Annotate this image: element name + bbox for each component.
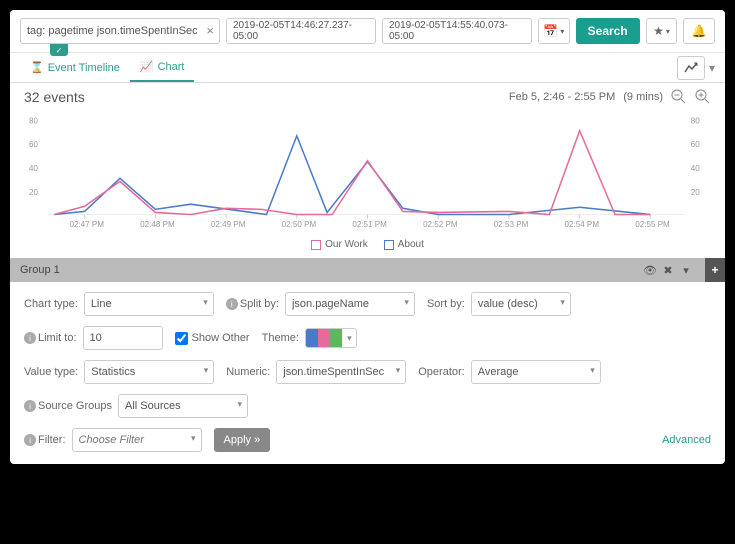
svg-text:02:48 PM: 02:48 PM — [140, 220, 175, 229]
apply-button[interactable]: Apply » — [214, 428, 271, 452]
zoom-in-icon[interactable] — [695, 89, 711, 105]
tab-event-timeline[interactable]: ⌛ Event Timeline — [20, 54, 130, 81]
svg-text:20: 20 — [691, 188, 700, 197]
source-groups-label: iSource Groups — [24, 400, 112, 413]
filter-input[interactable] — [72, 428, 202, 452]
operator-label: Operator: — [418, 366, 464, 378]
svg-text:02:55 PM: 02:55 PM — [635, 220, 670, 229]
chart-icon: 📈 — [140, 60, 154, 73]
time-to-input[interactable]: 2019-02-05T14:55:40.073-05:00 — [382, 18, 532, 44]
sort-by-select[interactable]: value (desc) — [471, 292, 571, 316]
zoom-out-icon[interactable] — [671, 89, 687, 105]
numeric-label: Numeric: — [226, 366, 270, 378]
info-icon[interactable]: i — [24, 434, 36, 446]
remove-group-icon[interactable]: ✖ — [659, 264, 677, 277]
notifications-button[interactable]: 🔔 — [683, 18, 715, 44]
svg-text:02:52 PM: 02:52 PM — [423, 220, 458, 229]
info-icon[interactable]: i — [24, 400, 36, 412]
advanced-link[interactable]: Advanced — [662, 434, 711, 446]
svg-text:40: 40 — [29, 164, 38, 173]
source-groups-select[interactable]: All Sources — [118, 394, 248, 418]
chart-view-caret-icon[interactable]: ▾ — [709, 61, 715, 75]
eye-icon[interactable]: 👁 — [641, 264, 659, 277]
svg-text:20: 20 — [29, 188, 38, 197]
search-button[interactable]: Search — [576, 18, 640, 44]
time-from-input[interactable]: 2019-02-05T14:46:27.237-05:00 — [226, 18, 376, 44]
duration-text: (9 mins) — [623, 91, 663, 103]
limit-label: iLimit to: — [24, 332, 77, 345]
calendar-button[interactable]: 📅▾ — [538, 18, 570, 44]
timeline-icon: ⌛ — [30, 61, 44, 74]
calendar-icon: 📅 — [543, 24, 558, 38]
value-type-label: Value type: — [24, 366, 78, 378]
time-range-text: Feb 5, 2:46 - 2:55 PM — [509, 91, 615, 103]
value-type-select[interactable]: Statistics — [84, 360, 214, 384]
theme-label: Theme: — [262, 332, 299, 344]
legend: Our Work About — [10, 235, 725, 258]
clear-query-icon[interactable]: × — [206, 23, 214, 38]
svg-text:02:51 PM: 02:51 PM — [352, 220, 387, 229]
group-caret-icon[interactable]: ▾ — [677, 264, 695, 277]
sort-by-label: Sort by: — [427, 298, 465, 310]
add-group-button[interactable]: + — [705, 258, 725, 282]
chart-area: 80 60 40 20 80 60 40 20 02:47 PM 02:48 P… — [10, 111, 725, 235]
split-by-select[interactable]: json.pageName — [285, 292, 415, 316]
svg-text:02:49 PM: 02:49 PM — [211, 220, 246, 229]
favorite-button[interactable]: ★▾ — [646, 18, 678, 44]
tab-chart[interactable]: 📈 Chart — [130, 53, 195, 82]
chart-type-label: Chart type: — [24, 298, 78, 310]
saved-search-tag[interactable]: ✓ — [50, 44, 68, 56]
show-other-checkbox[interactable]: Show Other — [175, 332, 250, 345]
event-count: 32 events — [24, 89, 85, 105]
svg-text:02:54 PM: 02:54 PM — [565, 220, 600, 229]
legend-item-about[interactable]: About — [384, 239, 424, 250]
chart-view-button[interactable] — [677, 56, 705, 80]
operator-select[interactable]: Average — [471, 360, 601, 384]
svg-text:40: 40 — [691, 164, 700, 173]
svg-text:60: 60 — [29, 140, 38, 149]
filter-label: iFilter: — [24, 434, 66, 447]
legend-item-our-work[interactable]: Our Work — [311, 239, 368, 250]
svg-text:02:53 PM: 02:53 PM — [494, 220, 529, 229]
theme-picker[interactable]: ▾ — [305, 328, 357, 348]
svg-text:80: 80 — [29, 116, 38, 125]
chart-type-select[interactable]: Line — [84, 292, 214, 316]
svg-text:02:47 PM: 02:47 PM — [69, 220, 104, 229]
bell-icon: 🔔 — [692, 24, 707, 38]
query-input[interactable] — [20, 18, 220, 44]
info-icon[interactable]: i — [24, 332, 36, 344]
svg-text:02:50 PM: 02:50 PM — [282, 220, 317, 229]
numeric-select[interactable]: json.timeSpentInSec — [276, 360, 406, 384]
info-icon[interactable]: i — [226, 298, 238, 310]
svg-text:60: 60 — [691, 140, 700, 149]
limit-input[interactable] — [83, 326, 163, 350]
group-header[interactable]: Group 1 👁 ✖ ▾ — [10, 258, 705, 282]
svg-text:80: 80 — [691, 116, 700, 125]
split-by-label: iSplit by: — [226, 298, 279, 311]
